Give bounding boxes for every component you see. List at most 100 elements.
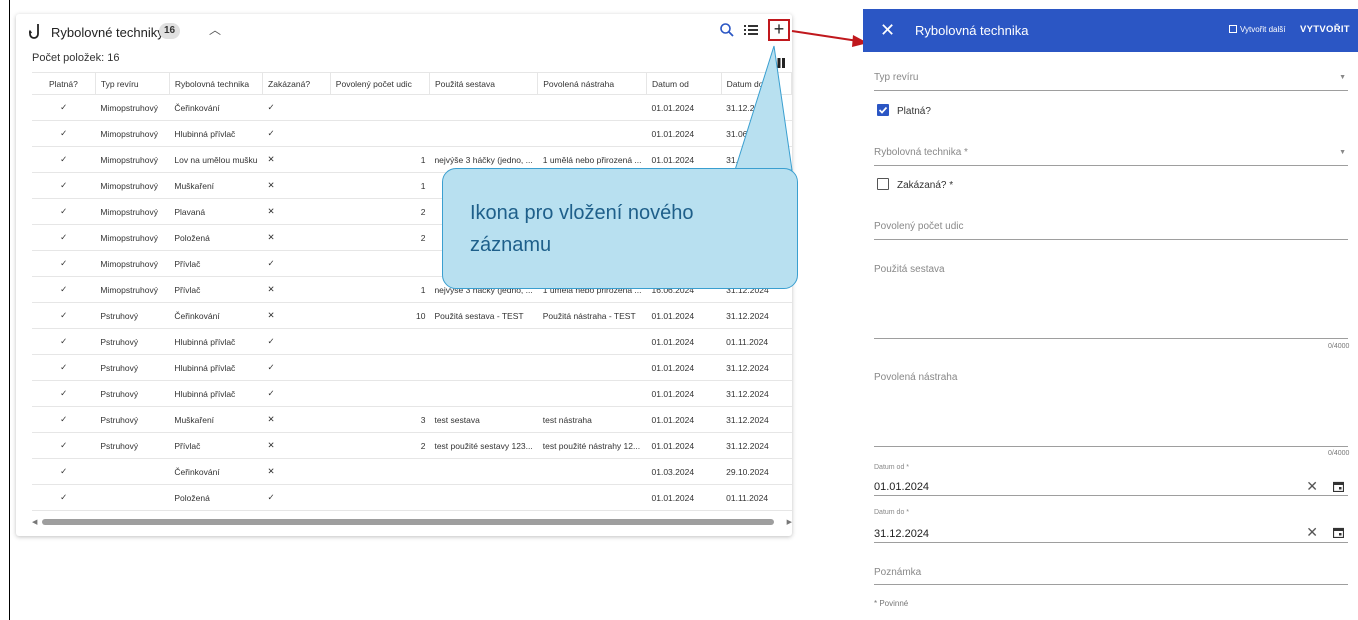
column-header[interactable]: Platná? — [32, 72, 96, 95]
table-cell: ✓ — [32, 120, 96, 147]
table-cell: 01.11.2024 — [721, 328, 792, 355]
column-header[interactable]: Datum od — [646, 72, 722, 95]
date-to-field[interactable]: Datum do * 31.12.2024 ✕ — [874, 509, 1348, 543]
table-row[interactable]: ✓ Mimopstruhový Čeřinkování ✓ 01.01.2024 31.1… — [32, 94, 792, 121]
table-cell: ✓ — [32, 484, 96, 511]
table-cell: 31.12.2024 — [721, 432, 792, 459]
table-cell: Mimopstruhový — [95, 224, 170, 251]
scroll-right-icon[interactable]: ▶ — [787, 518, 792, 526]
table-cell: ✓ — [262, 354, 331, 381]
search-icon[interactable] — [719, 22, 735, 38]
checkbox-unchecked-icon[interactable] — [877, 178, 889, 190]
table-cell: ✓ — [32, 224, 96, 251]
table-cell: 01.01.2024 — [646, 380, 722, 407]
table-cell: ✓ — [32, 94, 96, 121]
technique-select[interactable]: Rybolovná technika * ▼ — [874, 140, 1348, 166]
columns-icon[interactable] — [773, 58, 785, 68]
table-row[interactable]: ✓ Pstruhový Muškaření ✕ 3 test sestava test ná… — [32, 406, 792, 433]
table-cell — [330, 458, 430, 485]
count-badge: 16 — [159, 23, 181, 39]
scroll-left-icon[interactable]: ◀ — [32, 518, 37, 526]
column-header[interactable]: Povolený počet udic — [330, 72, 430, 95]
table-row[interactable]: ✓ Pstruhový Hlubinná přívlač ✓ 01.01.2024 31.… — [32, 380, 792, 407]
table-cell: 01.01.2024 — [646, 120, 722, 147]
table-cell: 01.03.2024 — [646, 458, 722, 485]
calendar-icon[interactable] — [1333, 481, 1344, 492]
column-header[interactable]: Rybolovná technika — [169, 72, 264, 95]
table-cell: ✓ — [262, 120, 331, 147]
table-row[interactable]: ✓ Položená ✓ 01.01.2024 01.11.2024 — [32, 484, 792, 511]
table-cell: Mimopstruhový — [95, 198, 170, 225]
table-cell — [537, 458, 647, 485]
calendar-icon[interactable] — [1333, 527, 1344, 538]
bait-textarea[interactable]: Povolená nástraha — [874, 364, 1348, 447]
table-cell: ✕ — [262, 276, 331, 303]
table-cell: Hlubinná přívlač — [169, 380, 263, 407]
note-input[interactable]: Poznámka — [874, 559, 1348, 585]
table-cell: Mimopstruhový — [95, 276, 170, 303]
chevron-up-icon[interactable]: ︿ — [209, 21, 221, 38]
table-cell: 29.10.2024 — [721, 458, 792, 485]
table-cell: ✕ — [262, 146, 331, 173]
forbidden-label: Zakázaná? * — [897, 180, 954, 191]
table-cell: 01.11.2024 — [721, 484, 792, 511]
column-header[interactable]: Použitá sestava — [429, 72, 539, 95]
table-cell: ✕ — [262, 172, 331, 199]
checkbox-icon[interactable] — [1229, 25, 1237, 33]
table-cell: test nástraha — [537, 406, 647, 433]
table-cell — [330, 354, 430, 381]
table-row[interactable]: ✓ Pstruhový Hlubinná přívlač ✓ 01.01.2024 31.… — [32, 354, 792, 381]
rod-count-input[interactable]: Povolený počet udic — [874, 213, 1348, 240]
forbidden-checkbox-row[interactable]: Zakázaná? * — [877, 178, 953, 191]
reviir-type-select[interactable]: Typ revíru ▼ — [874, 64, 1348, 91]
dropdown-caret-icon[interactable]: ▼ — [1339, 149, 1346, 156]
clear-icon[interactable]: ✕ — [1306, 478, 1318, 495]
column-header[interactable]: Zakázaná? — [262, 72, 331, 95]
table-row[interactable]: ✓ Pstruhový Hlubinná přívlač ✓ 01.01.2024 01.… — [32, 328, 792, 355]
table-row[interactable]: ✓ Pstruhový Přívlač ✕ 2 test použité sestavy … — [32, 432, 792, 459]
table-cell: ✓ — [32, 276, 96, 303]
table-cell: ✓ — [262, 94, 331, 121]
scrollbar-thumb[interactable] — [42, 519, 774, 525]
add-record-button[interactable]: + — [768, 19, 790, 41]
table-cell: 01.01.2024 — [646, 484, 722, 511]
table-cell: 31.06.2024 — [721, 120, 792, 147]
table-cell: Pstruhový — [95, 328, 170, 355]
table-cell — [330, 94, 430, 121]
create-button[interactable]: VYTVOŘIT — [1300, 24, 1350, 35]
close-icon[interactable]: ✕ — [880, 21, 895, 39]
column-header[interactable]: Povolená nástraha — [537, 72, 647, 95]
table-cell: Pstruhový — [95, 354, 170, 381]
table-row[interactable]: ✓ Čeřinkování ✕ 01.03.2024 29.10.2024 — [32, 458, 792, 485]
date-from-field[interactable]: Datum od * 01.01.2024 ✕ — [874, 464, 1348, 496]
table-cell: test sestava — [429, 406, 538, 433]
column-header[interactable]: Typ revíru — [95, 72, 170, 95]
table-cell — [429, 380, 538, 407]
field-label: Datum do * — [874, 509, 910, 516]
horizontal-scrollbar[interactable]: ◀ ▶ — [32, 518, 792, 526]
table-cell: Pstruhový — [95, 302, 170, 329]
table-cell: 01.01.2024 — [646, 328, 722, 355]
table-cell — [330, 250, 430, 277]
checkbox-checked-icon[interactable] — [877, 104, 889, 116]
create-another-checkbox[interactable]: Vytvořit další — [1229, 25, 1286, 34]
table-cell: Hlubinná přívlač — [169, 120, 263, 147]
table-cell: ✓ — [32, 172, 96, 199]
create-another-label: Vytvořit další — [1240, 25, 1286, 34]
dropdown-caret-icon[interactable]: ▼ — [1339, 74, 1346, 81]
table-row[interactable]: ✓ Mimopstruhový Hlubinná přívlač ✓ 01.01.202… — [32, 120, 792, 147]
table-cell — [429, 94, 538, 121]
required-note: * Povinné — [874, 599, 909, 608]
table-cell: Položená — [169, 484, 263, 511]
detail-panel: ✕ Rybolovná technika Vytvořit další VYTV… — [863, 0, 1358, 620]
valid-checkbox-row[interactable]: Platná? — [877, 104, 931, 117]
table-cell: 1 — [330, 172, 430, 199]
table-row[interactable]: ✓ Pstruhový Čeřinkování ✕ 10 Použitá sestava … — [32, 302, 792, 329]
table-cell — [95, 458, 170, 485]
clear-icon[interactable]: ✕ — [1306, 524, 1318, 541]
list-view-icon[interactable] — [744, 23, 758, 37]
table-cell — [537, 380, 647, 407]
set-textarea[interactable]: Použitá sestava — [874, 256, 1348, 339]
table-cell: 3 — [330, 406, 430, 433]
column-header[interactable]: Datum do — [721, 72, 792, 95]
